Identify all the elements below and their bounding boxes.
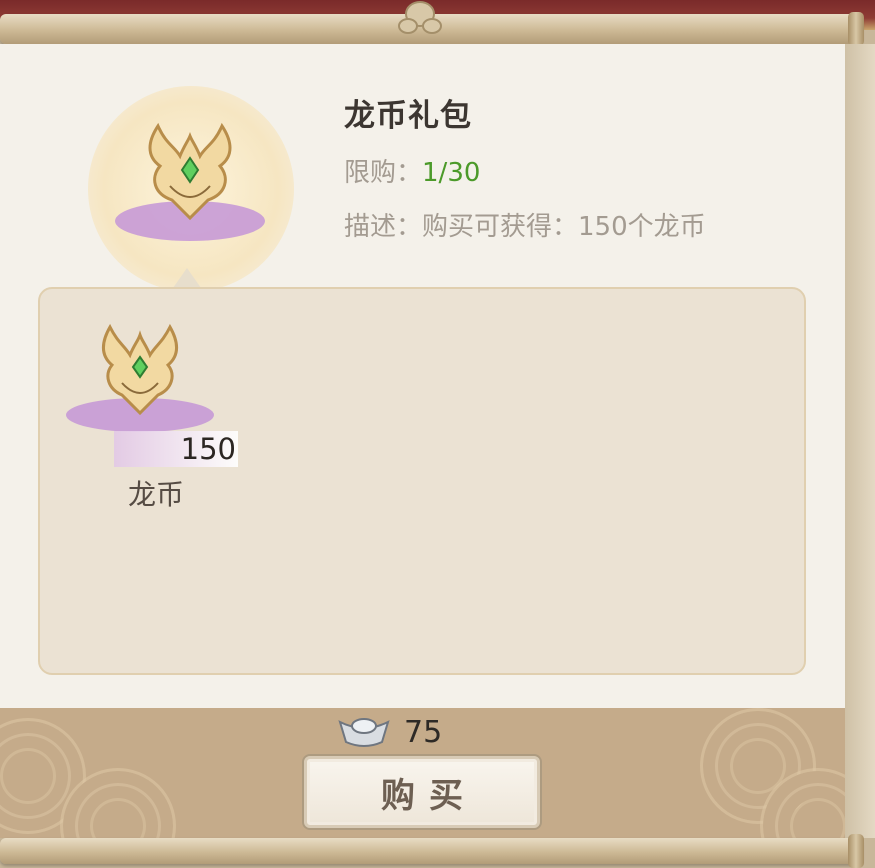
reward-name: 龙币 bbox=[128, 478, 185, 511]
price-display: 75 bbox=[338, 712, 442, 752]
dragon-coin-icon bbox=[115, 122, 265, 241]
item-title: 龙币礼包 bbox=[344, 98, 472, 134]
scroll-rod-cap bbox=[848, 12, 864, 46]
scroll-bottom-rod bbox=[0, 838, 862, 864]
detail-pointer bbox=[173, 268, 201, 288]
item-icon-medallion bbox=[88, 86, 294, 292]
reward-item[interactable]: 150 龙币 bbox=[62, 319, 238, 511]
description-label: 描述： bbox=[344, 212, 423, 242]
purchase-limit-value: 1/30 bbox=[422, 158, 481, 188]
scroll-rod-cap bbox=[848, 834, 864, 868]
description-text: 购买可获得：150个龙币 bbox=[422, 212, 706, 242]
price-value: 75 bbox=[404, 714, 443, 750]
buy-button[interactable]: 购买 bbox=[304, 756, 540, 828]
purchase-limit: 限购：1/30 bbox=[344, 152, 480, 189]
scroll-right-edge bbox=[845, 44, 875, 838]
knot-ornament-icon bbox=[398, 1, 442, 34]
silver-ingot-icon bbox=[338, 718, 390, 747]
purchase-limit-label: 限购： bbox=[344, 158, 423, 188]
rewards-box: 150 龙币 bbox=[38, 287, 806, 675]
item-description: 描述：购买可获得：150个龙币 bbox=[344, 206, 706, 243]
reward-count: 150 bbox=[114, 431, 238, 467]
